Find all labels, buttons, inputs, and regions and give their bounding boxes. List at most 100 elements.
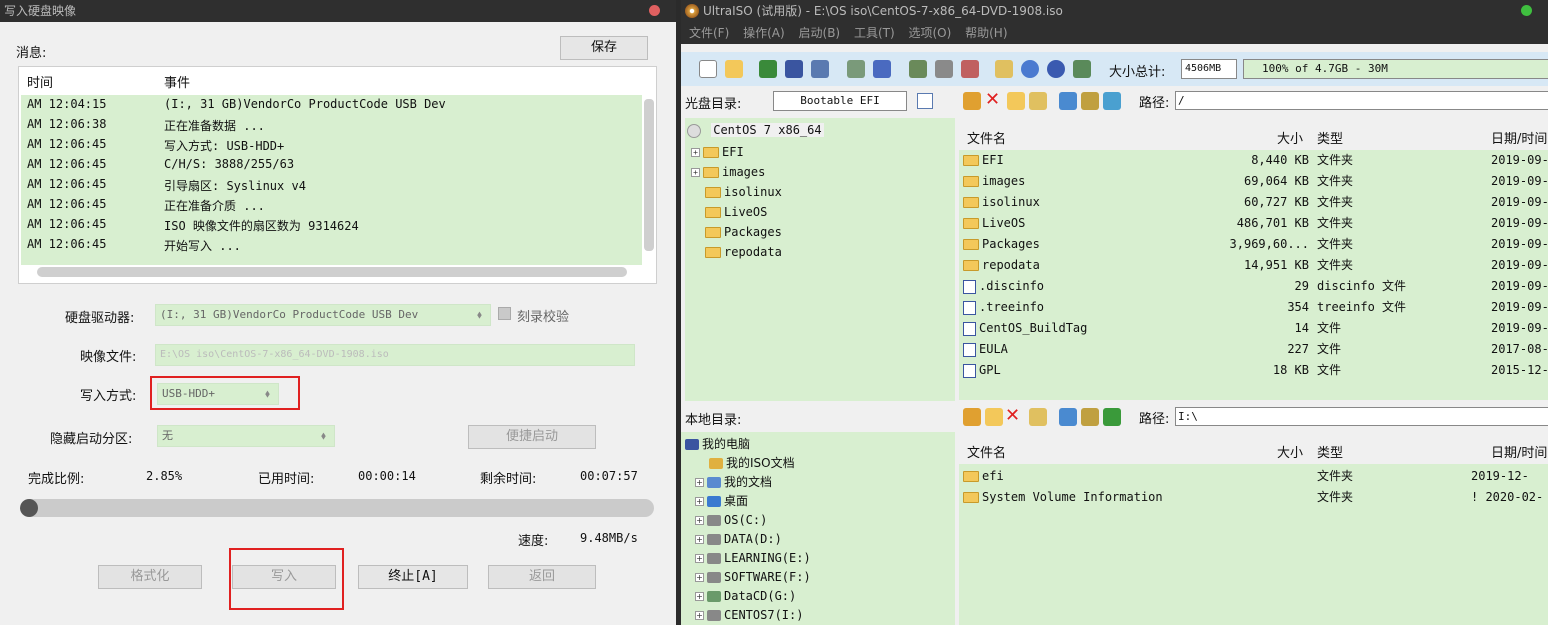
- file-row[interactable]: System Volume Information 文件夹 ! 2020-02-: [959, 487, 1548, 508]
- expand-icon[interactable]: +: [695, 554, 704, 563]
- image-file-field[interactable]: E:\OS iso\CentOS-7-x86_64-DVD-1908.iso: [155, 344, 635, 366]
- file-row[interactable]: Packages 3,969,60... 文件夹 2019-09-: [959, 234, 1548, 255]
- rename-icon[interactable]: [1029, 92, 1047, 110]
- column-size[interactable]: 大小: [1277, 128, 1303, 147]
- burn-icon[interactable]: [873, 60, 891, 78]
- file-row[interactable]: EFI 8,440 KB 文件夹 2019-09-: [959, 150, 1548, 171]
- column-date[interactable]: 日期/时间: [1491, 442, 1547, 461]
- column-date[interactable]: 日期/时间: [1491, 128, 1547, 147]
- file-row[interactable]: CentOS_BuildTag 14 文件 2019-09-: [959, 318, 1548, 339]
- file-row[interactable]: LiveOS 486,701 KB 文件夹 2019-09-: [959, 213, 1548, 234]
- expand-icon[interactable]: +: [695, 573, 704, 582]
- cd-path-field[interactable]: /: [1175, 91, 1548, 110]
- expand-icon[interactable]: +: [695, 535, 704, 544]
- open-icon[interactable]: [725, 60, 743, 78]
- save-button[interactable]: 保存: [560, 36, 648, 60]
- save-icon[interactable]: [785, 60, 803, 78]
- back-button[interactable]: 返回: [488, 565, 596, 589]
- local-tree-item[interactable]: + CENTOS7(I:): [695, 605, 803, 625]
- add-file-icon[interactable]: [1059, 408, 1077, 426]
- hidden-partition-select[interactable]: 无 ⬧: [157, 425, 335, 447]
- file-row[interactable]: EULA 227 文件 2017-08-: [959, 339, 1548, 360]
- settings-icon[interactable]: [1081, 92, 1099, 110]
- log-horizontal-scrollbar[interactable]: [37, 267, 627, 277]
- column-type[interactable]: 类型: [1317, 442, 1343, 461]
- menu-action[interactable]: 操作(A): [743, 26, 785, 40]
- cd-tree-root[interactable]: CentOS 7 x86_64: [687, 120, 824, 140]
- cd-tree-item[interactable]: + EFI: [691, 142, 744, 162]
- help-icon[interactable]: [1047, 60, 1065, 78]
- file-row[interactable]: .treeinfo 354 treeinfo 文件 2019-09-: [959, 297, 1548, 318]
- menu-help[interactable]: 帮助(H): [965, 26, 1007, 40]
- format-button[interactable]: 格式化: [98, 565, 202, 589]
- expand-icon[interactable]: +: [695, 516, 704, 525]
- local-tree-item[interactable]: 我的ISO文档: [709, 453, 795, 473]
- rename-icon[interactable]: [1029, 408, 1047, 426]
- local-tree-item[interactable]: + DataCD(G:): [695, 586, 796, 606]
- file-row[interactable]: GPL 18 KB 文件 2015-12-: [959, 360, 1548, 381]
- drive-select[interactable]: (I:, 31 GB)VendorCo ProductCode USB Dev …: [155, 304, 491, 326]
- cd-tree-item[interactable]: repodata: [705, 242, 782, 262]
- delete-icon[interactable]: ✕: [985, 89, 1000, 110]
- column-name[interactable]: 文件名: [967, 442, 1006, 461]
- refresh-icon[interactable]: [1103, 408, 1121, 426]
- expand-icon[interactable]: +: [695, 497, 704, 506]
- refresh-icon[interactable]: [1103, 92, 1121, 110]
- local-tree-item[interactable]: + OS(C:): [695, 510, 767, 530]
- expand-icon[interactable]: +: [695, 611, 704, 620]
- column-name[interactable]: 文件名: [967, 128, 1006, 147]
- quick-boot-button[interactable]: 便捷启动: [468, 425, 596, 449]
- menu-boot[interactable]: 启动(B): [799, 26, 841, 40]
- settings-icon[interactable]: [1081, 408, 1099, 426]
- file-row[interactable]: .discinfo 29 discinfo 文件 2019-09-: [959, 276, 1548, 297]
- cd-tree-item[interactable]: LiveOS: [705, 202, 767, 222]
- properties-icon[interactable]: [917, 93, 933, 109]
- local-tree-item[interactable]: + 我的文档: [695, 472, 772, 492]
- delete-icon[interactable]: ✕: [1005, 405, 1020, 426]
- cd-dir-select[interactable]: Bootable EFI: [773, 91, 907, 111]
- file-row[interactable]: images 69,064 KB 文件夹 2019-09-: [959, 171, 1548, 192]
- abort-button[interactable]: 终止[A]: [358, 565, 468, 589]
- file-row[interactable]: repodata 14,951 KB 文件夹 2019-09-: [959, 255, 1548, 276]
- virtual-drive-icon[interactable]: [935, 60, 953, 78]
- local-tree-item[interactable]: + 桌面: [695, 491, 748, 511]
- maximize-icon[interactable]: [1521, 5, 1532, 16]
- compress-icon[interactable]: [961, 60, 979, 78]
- expand-icon[interactable]: +: [691, 148, 700, 157]
- menu-options[interactable]: 选项(O): [908, 26, 951, 40]
- file-row[interactable]: isolinux 60,727 KB 文件夹 2019-09-: [959, 192, 1548, 213]
- info-icon[interactable]: [1021, 60, 1039, 78]
- log-vertical-scrollbar[interactable]: [644, 99, 654, 251]
- extract-icon[interactable]: [759, 60, 777, 78]
- new-icon[interactable]: [699, 60, 717, 78]
- new-folder-icon[interactable]: [985, 408, 1003, 426]
- expand-icon[interactable]: +: [695, 478, 704, 487]
- local-tree-item[interactable]: + SOFTWARE(F:): [695, 567, 811, 587]
- local-tree-item[interactable]: + LEARNING(E:): [695, 548, 811, 568]
- message-log[interactable]: 时间 事件 AM 12:04:15 (I:, 31 GB)VendorCo Pro…: [18, 66, 657, 284]
- cd-tree-item[interactable]: Packages: [705, 222, 782, 242]
- column-size[interactable]: 大小: [1277, 442, 1303, 461]
- local-tree-item[interactable]: + DATA(D:): [695, 529, 782, 549]
- mount-icon[interactable]: [847, 60, 865, 78]
- local-path-field[interactable]: I:\: [1175, 407, 1548, 426]
- close-icon[interactable]: [649, 5, 660, 16]
- up-icon[interactable]: [963, 408, 981, 426]
- options-icon[interactable]: [995, 60, 1013, 78]
- cd-tree-item[interactable]: + images: [691, 162, 765, 182]
- exit-icon[interactable]: [1073, 60, 1091, 78]
- menu-file[interactable]: 文件(F): [689, 26, 729, 40]
- cd-icon[interactable]: [909, 60, 927, 78]
- add-file-icon[interactable]: [1059, 92, 1077, 110]
- cd-tree-item[interactable]: isolinux: [705, 182, 782, 202]
- new-folder-icon[interactable]: [1007, 92, 1025, 110]
- menu-tools[interactable]: 工具(T): [854, 26, 895, 40]
- file-row[interactable]: efi 文件夹 2019-12-: [959, 466, 1548, 487]
- expand-icon[interactable]: +: [695, 592, 704, 601]
- local-tree-item[interactable]: 我的电脑: [685, 434, 750, 454]
- verify-checkbox[interactable]: [498, 307, 511, 320]
- save-as-icon[interactable]: [811, 60, 829, 78]
- column-type[interactable]: 类型: [1317, 128, 1343, 147]
- expand-icon[interactable]: +: [691, 168, 700, 177]
- up-icon[interactable]: [963, 92, 981, 110]
